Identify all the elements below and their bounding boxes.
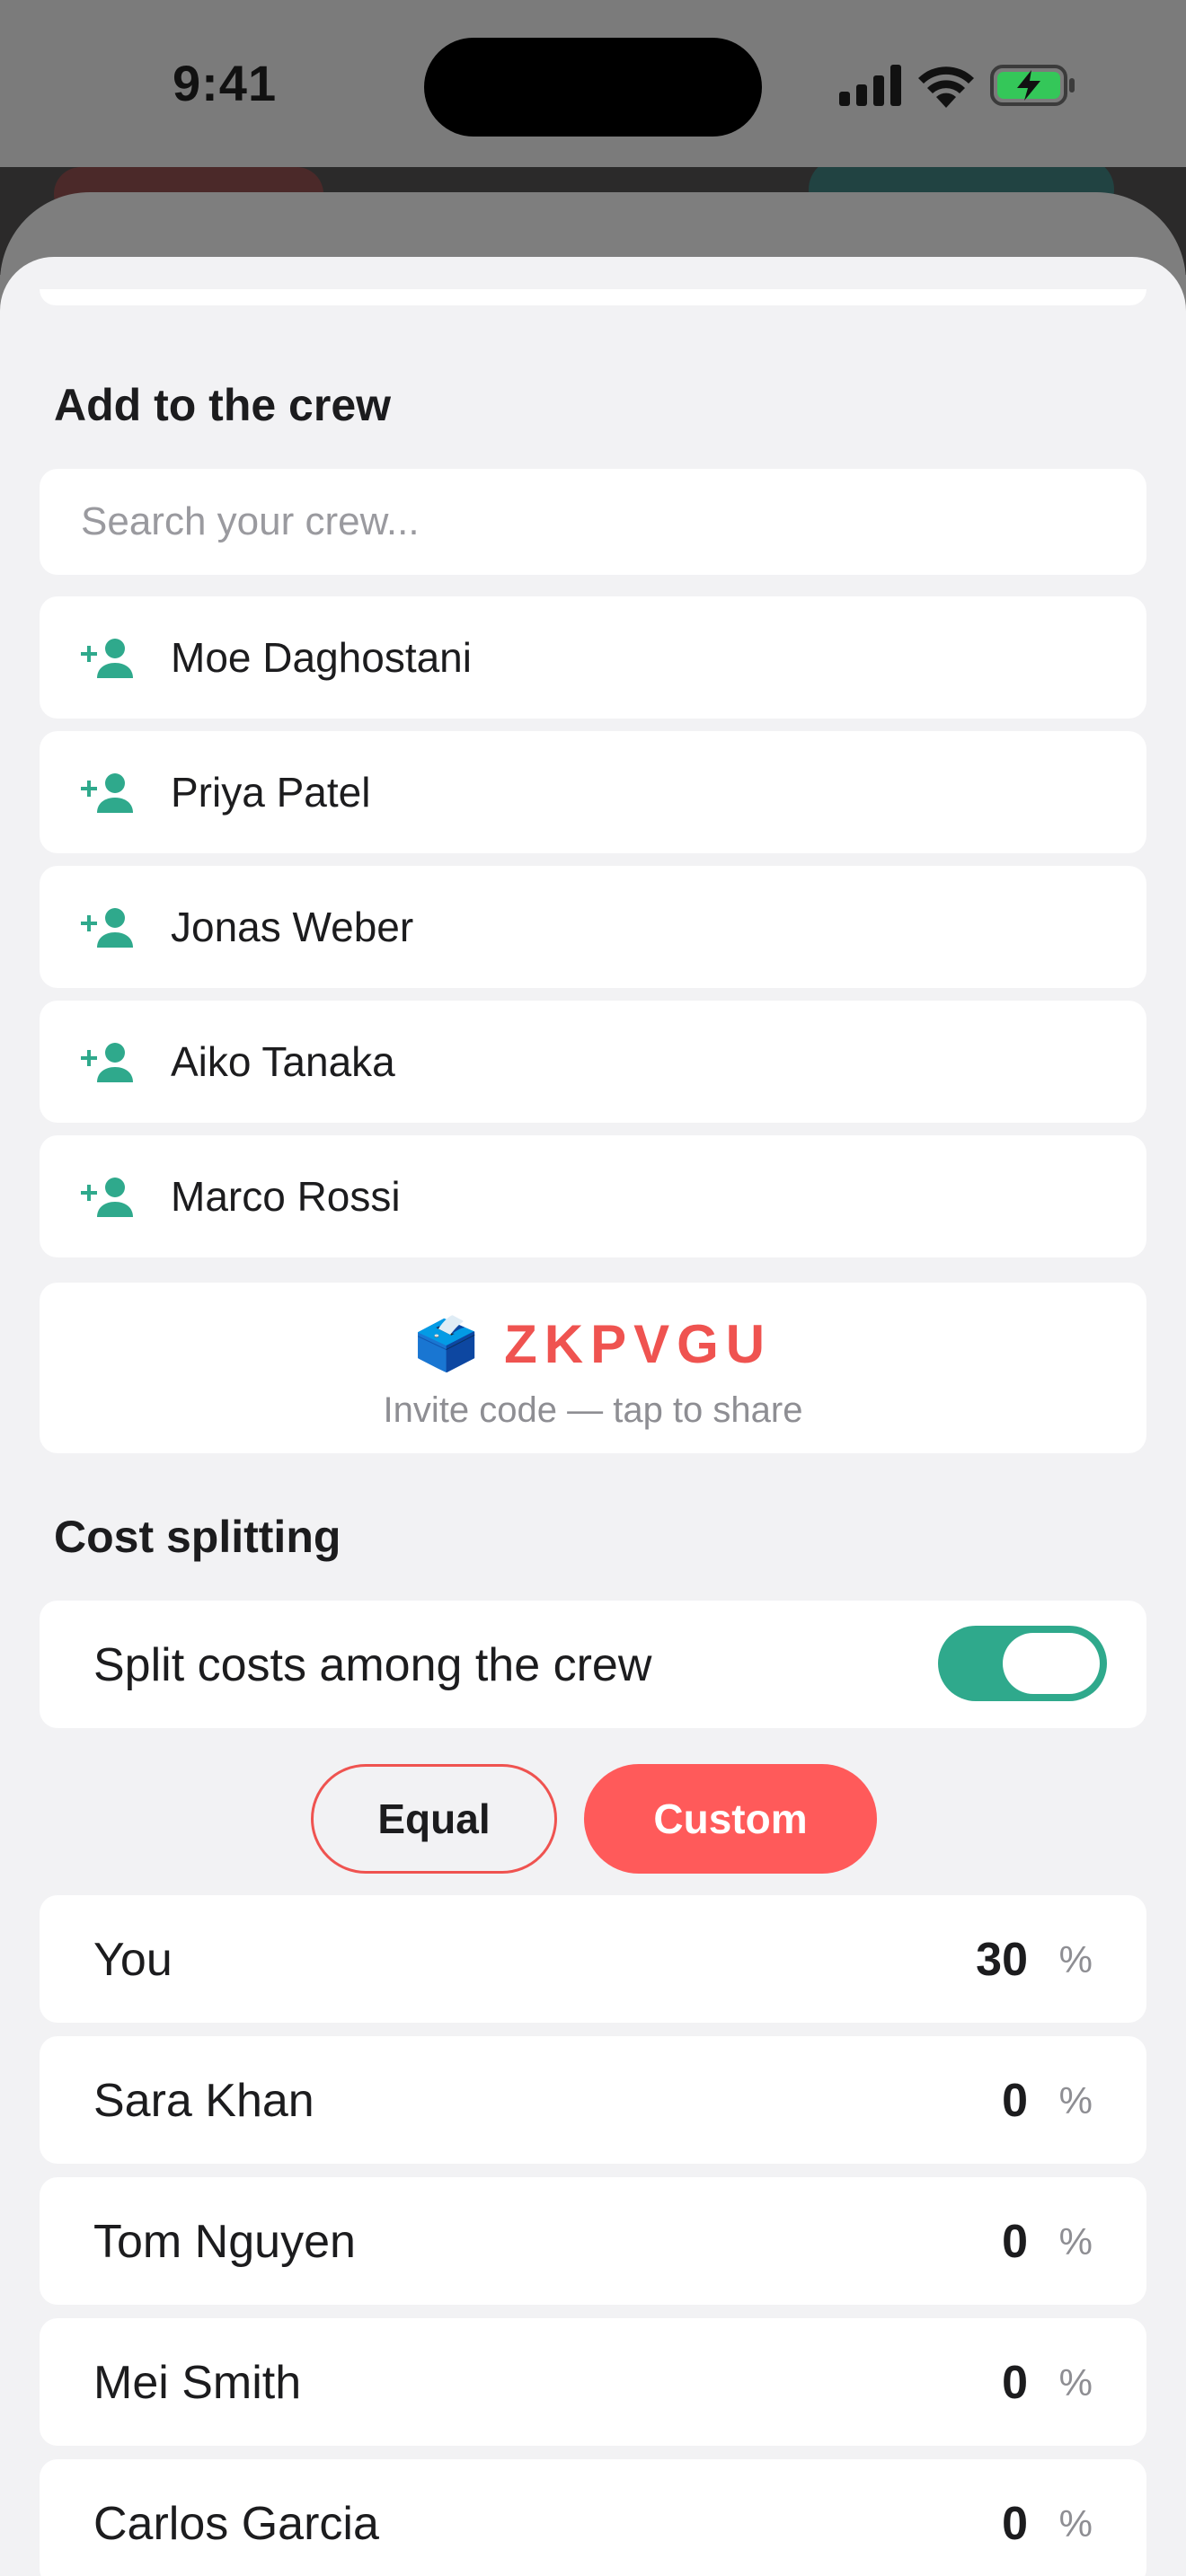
add-person-row[interactable]: Aiko Tanaka <box>40 1001 1146 1123</box>
search-field[interactable] <box>40 469 1146 575</box>
share-row: Mei Smith 0 % <box>40 2318 1146 2446</box>
equal-split-button[interactable]: Equal <box>311 1764 557 1874</box>
cellular-signal-icon <box>839 65 901 106</box>
share-row: You 30 % <box>40 1895 1146 2023</box>
person-add-icon <box>81 1043 133 1082</box>
share-row: Tom Nguyen 0 % <box>40 2177 1146 2305</box>
share-member-name: Mei Smith <box>93 2357 302 2409</box>
crew-sheet: Add to the crew Moe Daghostani Priya Pat… <box>0 257 1186 2576</box>
share-member-name: Tom Nguyen <box>93 2216 356 2268</box>
ballot-box-icon: 🗳️ <box>413 1314 480 1373</box>
status-time: 9:41 <box>173 55 278 111</box>
split-costs-toggle[interactable] <box>938 1626 1107 1701</box>
invite-code-card[interactable]: 🗳️ ZKPVGU Invite code — tap to share <box>40 1283 1146 1453</box>
person-name: Jonas Weber <box>171 904 414 950</box>
add-person-row[interactable]: Jonas Weber <box>40 866 1146 988</box>
share-member-name: Carlos Garcia <box>93 2498 379 2550</box>
previous-card-edge <box>40 289 1146 305</box>
invite-code: ZKPVGU <box>504 1314 773 1374</box>
share-row: Carlos Garcia 0 % <box>40 2459 1146 2576</box>
wifi-icon <box>918 66 974 108</box>
share-percent-input[interactable]: 0 <box>1002 2497 1028 2551</box>
share-percent-input[interactable]: 0 <box>1002 2215 1028 2269</box>
share-percent-input[interactable]: 0 <box>1002 2356 1028 2410</box>
cost-splitting-title: Cost splitting <box>54 1512 341 1562</box>
percent-unit: % <box>1058 1938 1093 1981</box>
person-name: Aiko Tanaka <box>171 1038 395 1085</box>
share-member-name: You <box>93 1934 173 1986</box>
search-input[interactable] <box>40 469 1146 575</box>
share-percent-input[interactable]: 30 <box>976 1933 1028 1987</box>
add-person-row[interactable]: Priya Patel <box>40 731 1146 853</box>
split-costs-row: Split costs among the crew <box>40 1601 1146 1728</box>
person-add-icon <box>81 773 133 813</box>
percent-unit: % <box>1058 2361 1093 2404</box>
share-row: Sara Khan 0 % <box>40 2036 1146 2164</box>
person-add-icon <box>81 908 133 948</box>
battery-charging-icon <box>990 65 1075 106</box>
person-add-icon <box>81 1178 133 1217</box>
custom-split-button[interactable]: Custom <box>584 1764 877 1874</box>
add-crew-title: Add to the crew <box>54 380 392 430</box>
add-person-row[interactable]: Moe Daghostani <box>40 596 1146 719</box>
person-name: Marco Rossi <box>171 1173 401 1220</box>
add-person-row[interactable]: Marco Rossi <box>40 1135 1146 1257</box>
invite-hint: Invite code — tap to share <box>383 1390 803 1430</box>
person-name: Moe Daghostani <box>171 634 472 681</box>
status-bar: 9:41 <box>0 0 1186 167</box>
percent-unit: % <box>1058 2502 1093 2545</box>
person-add-icon <box>81 639 133 678</box>
share-member-name: Sara Khan <box>93 2075 314 2127</box>
percent-unit: % <box>1058 2220 1093 2263</box>
dynamic-island <box>424 38 762 137</box>
share-percent-input[interactable]: 0 <box>1002 2074 1028 2128</box>
percent-unit: % <box>1058 2079 1093 2122</box>
person-name: Priya Patel <box>171 769 371 816</box>
split-costs-label: Split costs among the crew <box>93 1639 652 1691</box>
